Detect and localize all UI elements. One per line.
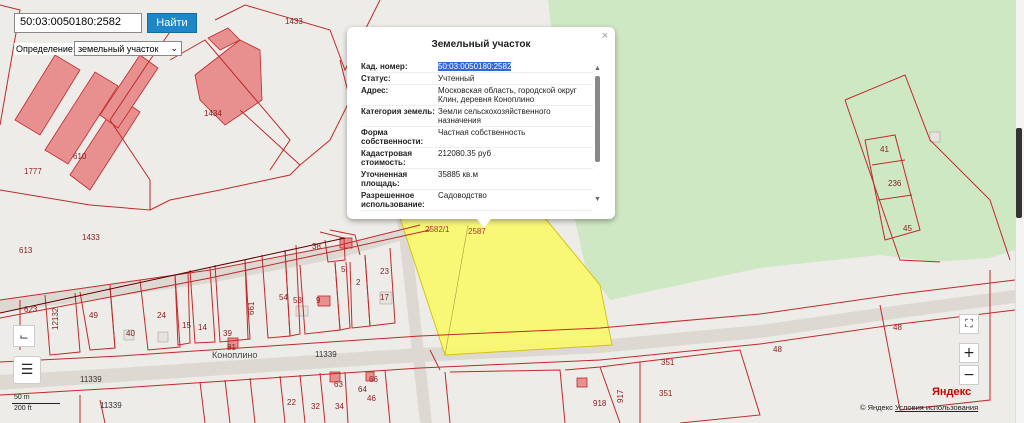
svg-text:46: 46: [367, 394, 376, 403]
attr-key: Уточненная площадь:: [361, 170, 408, 188]
definition-select[interactable]: земельный участок ⌄: [74, 41, 182, 56]
svg-text:1433: 1433: [285, 17, 303, 26]
svg-text:66: 66: [369, 375, 378, 384]
town-label: Коноплино: [212, 350, 257, 360]
svg-text:15: 15: [182, 321, 191, 330]
svg-text:49: 49: [89, 311, 98, 320]
street-label: 11339: [100, 401, 122, 410]
svg-text:351: 351: [659, 389, 673, 398]
svg-text:38: 38: [312, 242, 321, 251]
svg-text:623: 623: [24, 305, 38, 314]
fullscreen-icon[interactable]: ⛶: [959, 314, 979, 334]
street-label: 11339: [315, 350, 337, 359]
scale-metric: 50 m: [14, 394, 30, 401]
popup-attribute-list: Кад. номер: 50:03:0050180:2582 Статус: У…: [361, 61, 593, 211]
svg-text:41: 41: [880, 145, 889, 154]
definition-selected-value: земельный участок: [78, 43, 159, 54]
yandex-logo: Яндекс: [932, 386, 972, 398]
attr-row-area: Уточненная площадь: 35885 кв.м: [361, 169, 593, 190]
svg-text:14: 14: [198, 323, 207, 332]
chevron-down-icon: ⌄: [170, 43, 178, 53]
svg-text:351: 351: [661, 358, 675, 367]
attr-row-ownership: Форма собственности: Частная собственнос…: [361, 127, 593, 148]
svg-text:5: 5: [341, 265, 346, 274]
scale-bar: 50 m 200 ft: [10, 394, 70, 414]
attr-row-cadastral-value: Кадастровая стоимость: 212080.35 руб: [361, 148, 593, 169]
attr-key: Статус:: [361, 74, 391, 83]
svg-text:610: 610: [73, 152, 87, 161]
attr-row-status: Статус: Учтенный: [361, 73, 593, 85]
definition-label: Определение:: [14, 43, 78, 55]
find-button[interactable]: Найти: [147, 13, 197, 33]
attr-row-cadastral-number: Кад. номер: 50:03:0050180:2582: [361, 61, 593, 73]
svg-text:64: 64: [358, 385, 367, 394]
scroll-down-icon[interactable]: ▼: [594, 196, 601, 203]
svg-text:661: 661: [247, 301, 256, 315]
zoom-out-button[interactable]: −: [959, 365, 979, 385]
svg-text:1434: 1434: [204, 109, 222, 118]
scroll-up-icon[interactable]: ▲: [594, 65, 601, 72]
attr-key: Кад. номер:: [361, 62, 408, 71]
svg-text:24: 24: [157, 311, 166, 320]
attribution: © Яндекс Условия использования: [860, 403, 978, 412]
svg-text:45: 45: [903, 224, 912, 233]
scale-imperial: 200 ft: [14, 405, 32, 412]
svg-text:2587: 2587: [468, 227, 486, 236]
attr-value: 212080.35 руб: [438, 149, 492, 158]
attr-value: Частная собственность: [438, 128, 526, 137]
layers-icon[interactable]: ☰: [13, 356, 41, 384]
forest-area: [548, 0, 1015, 300]
copyright-text: © Яндекс: [860, 403, 893, 412]
attr-key: Категория земель:: [361, 107, 435, 116]
svg-text:63: 63: [334, 380, 343, 389]
street-label: 11339: [80, 375, 102, 384]
attr-key: Адрес:: [361, 86, 389, 95]
attr-row-permitted-use: Разрешенное использование: Садоводство: [361, 190, 593, 211]
popup-title: Земельный участок: [431, 39, 531, 50]
svg-text:1433: 1433: [82, 233, 100, 242]
attr-value: Московская область, городской округ Клин…: [438, 86, 577, 104]
svg-text:39: 39: [223, 329, 232, 338]
attr-value: Учтенный: [438, 74, 475, 83]
svg-text:2582/1: 2582/1: [425, 225, 450, 234]
attr-key: Разрешенное использование:: [361, 191, 425, 209]
attr-key: Кадастровая стоимость:: [361, 149, 413, 167]
parcel-info-popup: × Земельный участок Кад. номер: 50:03:00…: [347, 27, 615, 228]
svg-text:12132: 12132: [51, 307, 60, 330]
attr-key: Форма собственности:: [361, 128, 424, 146]
scale-line: [12, 403, 60, 404]
svg-text:32: 32: [311, 402, 320, 411]
svg-text:54: 54: [279, 293, 288, 302]
attr-value: Земли сельскохозяйственного назначения: [438, 107, 551, 125]
svg-text:48: 48: [773, 345, 782, 354]
terms-link[interactable]: Условия использования: [895, 403, 978, 412]
popup-pointer: [476, 218, 492, 228]
svg-text:23: 23: [380, 267, 389, 276]
scroll-thumb[interactable]: [595, 76, 600, 162]
attr-value: 35885 кв.м: [438, 170, 478, 179]
svg-text:17: 17: [380, 293, 389, 302]
svg-text:9: 9: [316, 296, 321, 305]
svg-text:1777: 1777: [24, 167, 42, 176]
svg-text:613: 613: [19, 246, 33, 255]
zoom-in-button[interactable]: +: [959, 343, 979, 363]
svg-text:34: 34: [335, 402, 344, 411]
attr-value[interactable]: 50:03:0050180:2582: [438, 62, 593, 71]
svg-text:236: 236: [888, 179, 902, 188]
page-scroll-thumb[interactable]: [1016, 128, 1022, 218]
attr-value: Садоводство: [438, 191, 487, 200]
attr-row-address: Адрес: Московская область, городской окр…: [361, 85, 593, 106]
svg-text:917: 917: [616, 389, 625, 403]
svg-text:40: 40: [126, 329, 135, 338]
popup-scrollbar[interactable]: ▲ ▼: [594, 65, 601, 215]
svg-text:22: 22: [287, 398, 296, 407]
ruler-icon[interactable]: ⌙: [13, 325, 35, 347]
svg-text:918: 918: [593, 399, 607, 408]
svg-text:2: 2: [356, 278, 361, 287]
svg-text:48: 48: [893, 323, 902, 332]
attr-row-land-category: Категория земель: Земли сельскохозяйстве…: [361, 106, 593, 127]
cadastral-number-input[interactable]: 50:03:0050180:2582: [14, 13, 142, 33]
svg-text:53: 53: [293, 296, 302, 305]
